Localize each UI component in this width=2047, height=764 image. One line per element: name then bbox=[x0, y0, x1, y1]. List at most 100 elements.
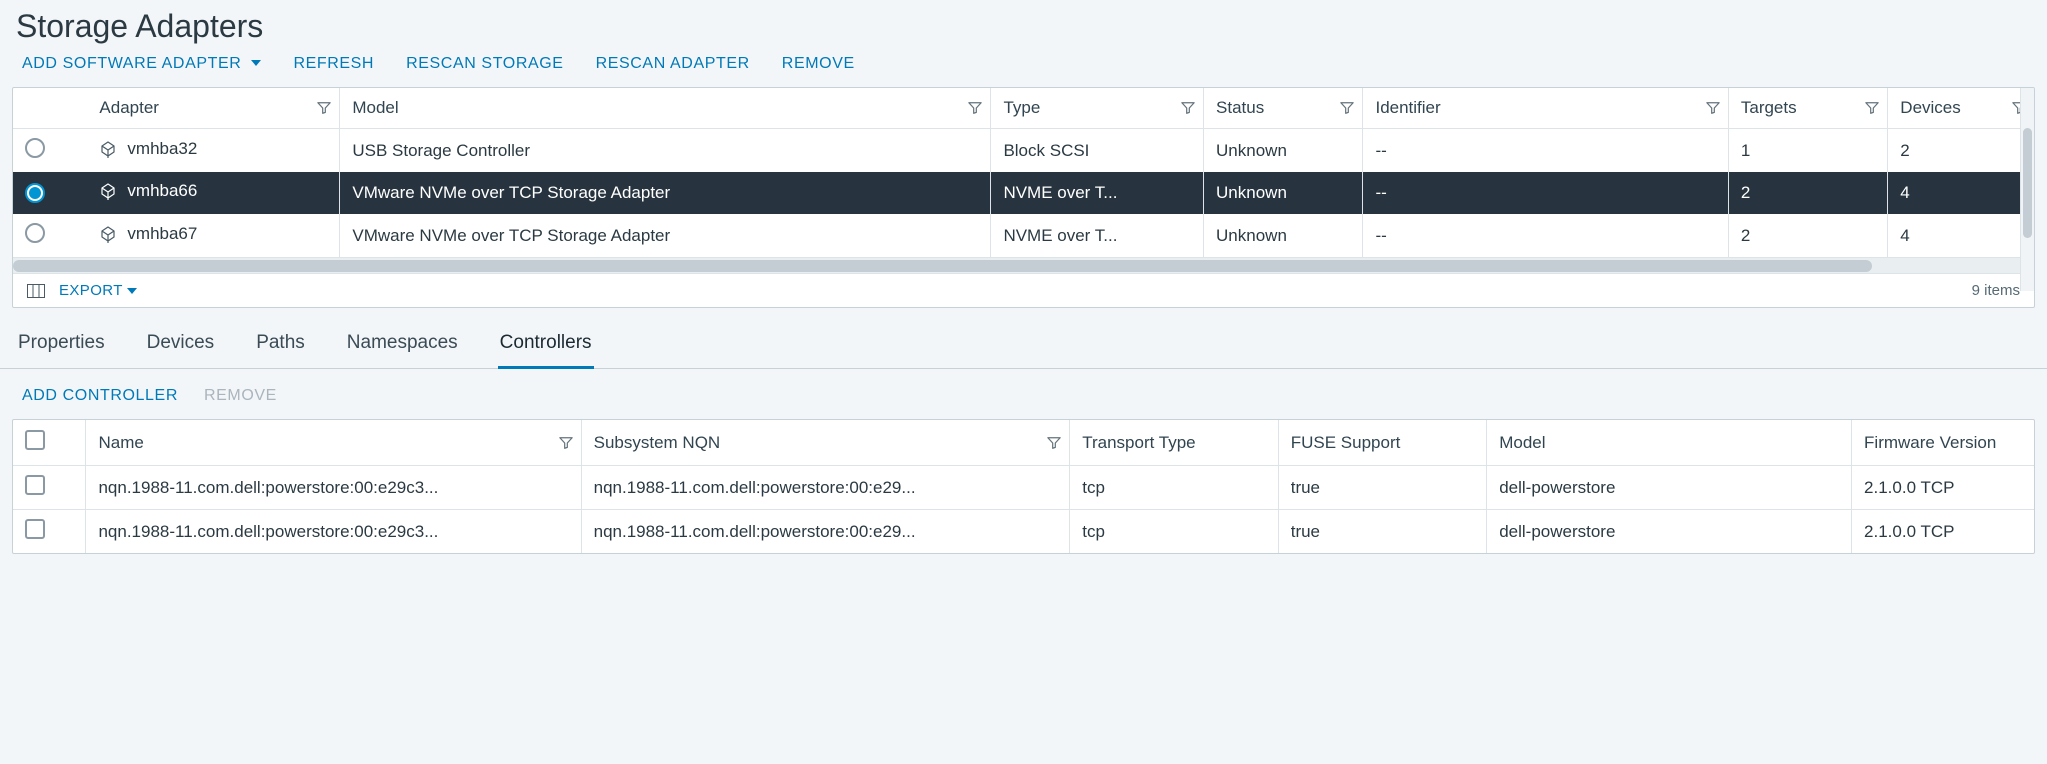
col-transport-type[interactable]: Transport Type bbox=[1070, 420, 1278, 466]
filter-icon[interactable] bbox=[317, 101, 331, 115]
cell-devices: 2 bbox=[1888, 129, 2034, 173]
tab-devices[interactable]: Devices bbox=[145, 332, 217, 369]
table-row[interactable]: vmhba32 USB Storage ControllerBlock SCSIU… bbox=[13, 129, 2034, 173]
table-row[interactable]: vmhba66VMware NVMe over TCP Storage Adap… bbox=[13, 172, 2034, 214]
rescan-storage-button[interactable]: RESCAN STORAGE bbox=[406, 55, 563, 73]
cell-identifier: -- bbox=[1363, 129, 1728, 173]
remove-controller-button[interactable]: REMOVE bbox=[204, 387, 277, 405]
cell-identifier: -- bbox=[1363, 172, 1728, 214]
tab-properties[interactable]: Properties bbox=[16, 332, 107, 369]
row-select-cell[interactable] bbox=[13, 510, 86, 554]
col-identifier-label: Identifier bbox=[1375, 98, 1440, 117]
cell-status: Unknown bbox=[1204, 129, 1363, 173]
row-select-cell[interactable] bbox=[13, 129, 87, 173]
col-type-label: Type bbox=[1003, 98, 1040, 117]
refresh-button[interactable]: REFRESH bbox=[293, 55, 374, 73]
tab-namespaces[interactable]: Namespaces bbox=[345, 332, 460, 369]
adapters-panel: Adapter Model Type bbox=[12, 87, 2035, 308]
col-checkbox[interactable] bbox=[13, 420, 86, 466]
table-row[interactable]: nqn.1988-11.com.dell:powerstore:00:e29c3… bbox=[13, 466, 2034, 510]
radio-button[interactable] bbox=[25, 138, 45, 158]
col-firmware-version-label: Firmware Version bbox=[1864, 433, 1996, 452]
col-model-label: Model bbox=[1499, 433, 1545, 452]
row-select-cell[interactable] bbox=[13, 172, 87, 214]
cell-name: nqn.1988-11.com.dell:powerstore:00:e29c3… bbox=[86, 510, 581, 554]
col-fuse-support[interactable]: FUSE Support bbox=[1278, 420, 1486, 466]
cell-transport-type: tcp bbox=[1070, 466, 1278, 510]
cell-adapter-text: vmhba32 bbox=[127, 139, 197, 159]
col-model[interactable]: Model bbox=[1487, 420, 1852, 466]
cell-adapter: vmhba66 bbox=[87, 172, 339, 214]
cell-transport-type: tcp bbox=[1070, 510, 1278, 554]
item-count: 9 items bbox=[1972, 282, 2020, 299]
row-select-cell[interactable] bbox=[13, 466, 86, 510]
filter-icon[interactable] bbox=[1340, 101, 1354, 115]
cell-firmware-version: 2.1.0.0 TCP bbox=[1852, 510, 2034, 554]
col-name[interactable]: Name bbox=[86, 420, 581, 466]
col-devices-label: Devices bbox=[1900, 98, 1960, 117]
col-subsystem-nqn[interactable]: Subsystem NQN bbox=[581, 420, 1070, 466]
row-checkbox[interactable] bbox=[25, 519, 45, 539]
adapters-toolbar: ADD SOFTWARE ADAPTER REFRESH RESCAN STOR… bbox=[0, 55, 2047, 87]
cell-targets: 2 bbox=[1728, 172, 1887, 214]
col-status[interactable]: Status bbox=[1204, 88, 1363, 129]
radio-button[interactable] bbox=[25, 183, 45, 203]
col-status-label: Status bbox=[1216, 98, 1264, 117]
col-targets[interactable]: Targets bbox=[1728, 88, 1887, 129]
filter-icon[interactable] bbox=[559, 436, 573, 450]
rescan-adapter-button[interactable]: RESCAN ADAPTER bbox=[596, 55, 750, 73]
cell-type: Block SCSI bbox=[991, 129, 1204, 173]
row-select-cell[interactable] bbox=[13, 214, 87, 257]
cell-adapter-text: vmhba66 bbox=[127, 181, 197, 201]
columns-icon[interactable] bbox=[27, 284, 45, 298]
col-targets-label: Targets bbox=[1741, 98, 1797, 117]
col-fuse-support-label: FUSE Support bbox=[1291, 433, 1401, 452]
table-row[interactable]: vmhba67VMware NVMe over TCP Storage Adap… bbox=[13, 214, 2034, 257]
col-firmware-version[interactable]: Firmware Version bbox=[1852, 420, 2034, 466]
filter-icon[interactable] bbox=[1181, 101, 1195, 115]
col-devices[interactable]: Devices bbox=[1888, 88, 2034, 129]
col-identifier[interactable]: Identifier bbox=[1363, 88, 1728, 129]
filter-icon[interactable] bbox=[1865, 101, 1879, 115]
export-button[interactable]: EXPORT bbox=[59, 282, 137, 299]
filter-icon[interactable] bbox=[968, 101, 982, 115]
v-scrollbar-thumb[interactable] bbox=[2023, 128, 2032, 238]
cell-fuse-support: true bbox=[1278, 510, 1486, 554]
cell-name: nqn.1988-11.com.dell:powerstore:00:e29c3… bbox=[86, 466, 581, 510]
cell-status: Unknown bbox=[1204, 172, 1363, 214]
cell-adapter: vmhba32 bbox=[87, 129, 339, 173]
cell-type: NVME over T... bbox=[991, 214, 1204, 257]
row-checkbox[interactable] bbox=[25, 475, 45, 495]
cell-identifier: -- bbox=[1363, 214, 1728, 257]
tab-paths[interactable]: Paths bbox=[254, 332, 307, 369]
cell-fuse-support: true bbox=[1278, 466, 1486, 510]
controllers-table: Name Subsystem NQN Transport Type bbox=[13, 420, 2034, 553]
cell-subsystem-nqn: nqn.1988-11.com.dell:powerstore:00:e29..… bbox=[581, 466, 1070, 510]
h-scrollbar-thumb[interactable] bbox=[13, 260, 1872, 272]
remove-adapter-button[interactable]: REMOVE bbox=[782, 55, 855, 73]
add-controller-button[interactable]: ADD CONTROLLER bbox=[22, 387, 178, 405]
h-scrollbar[interactable] bbox=[13, 257, 2034, 273]
cell-model: USB Storage Controller bbox=[340, 129, 991, 173]
page-title: Storage Adapters bbox=[0, 0, 2047, 55]
cell-devices: 4 bbox=[1888, 214, 2034, 257]
col-model[interactable]: Model bbox=[340, 88, 991, 129]
v-scrollbar[interactable] bbox=[2020, 88, 2034, 291]
table-row[interactable]: nqn.1988-11.com.dell:powerstore:00:e29c3… bbox=[13, 510, 2034, 554]
col-model-label: Model bbox=[352, 98, 398, 117]
cell-targets: 1 bbox=[1728, 129, 1887, 173]
adapter-icon bbox=[99, 225, 117, 243]
cell-model: dell-powerstore bbox=[1487, 466, 1852, 510]
cell-status: Unknown bbox=[1204, 214, 1363, 257]
cell-subsystem-nqn: nqn.1988-11.com.dell:powerstore:00:e29..… bbox=[581, 510, 1070, 554]
col-select bbox=[13, 88, 87, 129]
filter-icon[interactable] bbox=[1047, 436, 1061, 450]
select-all-checkbox[interactable] bbox=[25, 430, 45, 450]
tab-controllers[interactable]: Controllers bbox=[498, 332, 594, 369]
filter-icon[interactable] bbox=[1706, 101, 1720, 115]
col-type[interactable]: Type bbox=[991, 88, 1204, 129]
add-software-adapter-button[interactable]: ADD SOFTWARE ADAPTER bbox=[22, 55, 261, 73]
cell-model: VMware NVMe over TCP Storage Adapter bbox=[340, 214, 991, 257]
radio-button[interactable] bbox=[25, 223, 45, 243]
col-adapter[interactable]: Adapter bbox=[87, 88, 339, 129]
